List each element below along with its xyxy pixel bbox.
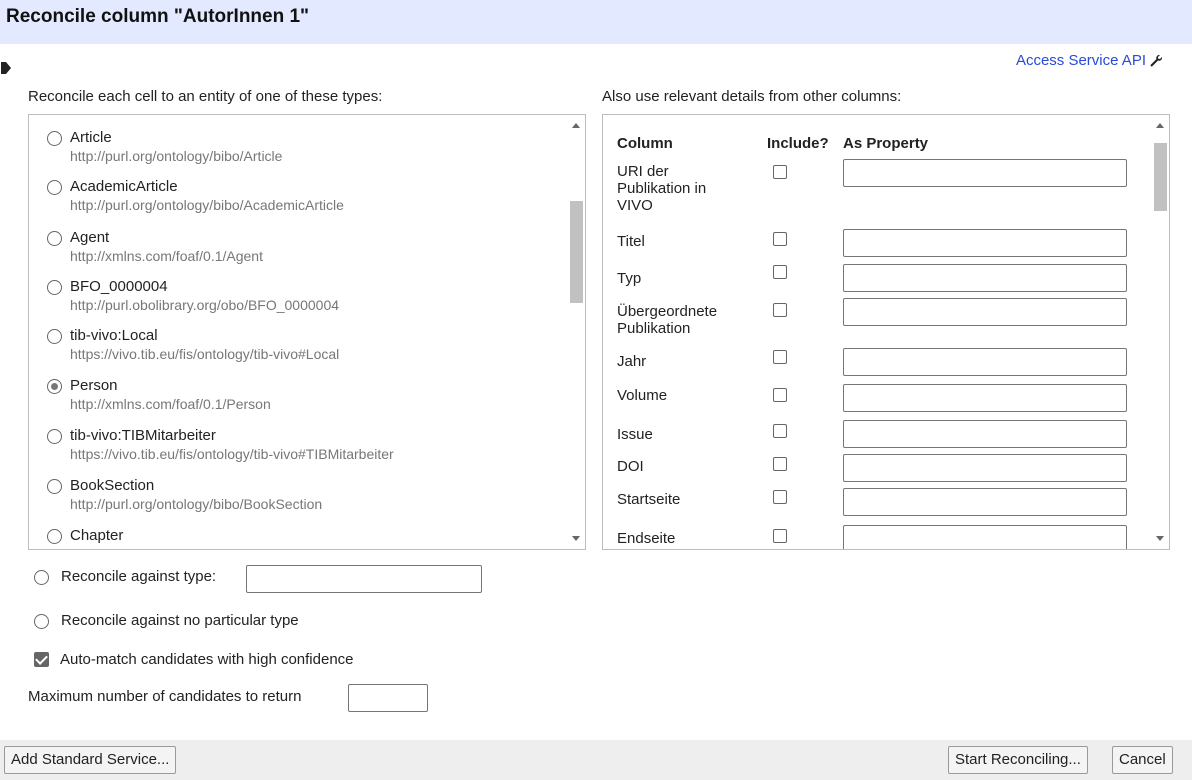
type-uri: http://xmlns.com/foaf/0.1/Person	[70, 396, 271, 412]
column-name: Volume	[617, 387, 668, 404]
against-type-radio[interactable]	[34, 570, 49, 585]
type-radio[interactable]	[47, 479, 62, 494]
scroll-down-icon[interactable]	[572, 536, 580, 541]
type-radio-selected[interactable]	[47, 379, 62, 394]
type-name: Chapter	[70, 527, 124, 544]
types-heading: Reconcile each cell to an entity of one …	[28, 88, 383, 105]
scrollbar-thumb[interactable]	[1154, 143, 1167, 211]
dialog-title: Reconcile column "AutorInnen 1"	[6, 6, 310, 27]
type-name: BookSection	[70, 477, 155, 494]
type-name: AcademicArticle	[70, 178, 178, 195]
access-service-api-link[interactable]: Access Service API	[1016, 52, 1146, 69]
property-input[interactable]	[843, 384, 1127, 412]
no-type-label: Reconcile against no particular type	[61, 612, 299, 629]
no-type-radio[interactable]	[34, 614, 49, 629]
dialog-footer: Add Standard Service... Start Reconcilin…	[0, 740, 1192, 780]
property-input[interactable]	[843, 298, 1127, 326]
type-radio[interactable]	[47, 180, 62, 195]
type-radio[interactable]	[47, 231, 62, 246]
type-uri: http://purl.obolibrary.org/obo/BFO_00000…	[70, 297, 340, 313]
type-radio[interactable]	[47, 131, 62, 146]
auto-match-checkbox[interactable]	[34, 652, 49, 667]
columns-scrollbar[interactable]	[1151, 115, 1169, 549]
type-uri: https://vivo.tib.eu/fis/ontology/tib-viv…	[70, 446, 394, 462]
type-name: Agent	[70, 229, 110, 246]
include-checkbox[interactable]	[773, 303, 787, 317]
column-header-column: Column	[617, 135, 673, 152]
property-input[interactable]	[843, 488, 1127, 516]
property-input[interactable]	[843, 525, 1127, 549]
max-candidates-input[interactable]	[348, 684, 428, 712]
add-standard-service-button[interactable]: Add Standard Service...	[4, 746, 177, 774]
type-name: tib-vivo:Local	[70, 327, 158, 344]
column-name: Issue	[617, 426, 653, 443]
type-radio[interactable]	[47, 329, 62, 344]
type-name: Person	[70, 377, 118, 394]
type-uri: http://purl.org/ontology/bibo/Article	[70, 148, 283, 164]
column-name: Typ	[617, 270, 642, 287]
property-input[interactable]	[843, 348, 1127, 376]
type-radio[interactable]	[47, 280, 62, 295]
wrench-icon	[1150, 54, 1163, 67]
include-checkbox[interactable]	[773, 165, 787, 179]
include-checkbox[interactable]	[773, 388, 787, 402]
column-name: Übergeordnete Publikation	[617, 303, 718, 337]
column-name: Endseite	[617, 530, 676, 547]
property-input[interactable]	[843, 159, 1127, 187]
column-name: URI der Publikation in VIVO	[617, 163, 707, 214]
type-uri: http://purl.org/ontology/bibo/AcademicAr…	[70, 197, 344, 213]
scroll-down-icon[interactable]	[1156, 536, 1164, 541]
include-checkbox[interactable]	[773, 424, 787, 438]
type-radio[interactable]	[47, 429, 62, 444]
column-name: Jahr	[617, 353, 647, 370]
type-uri: http://xmlns.com/foaf/0.1/Agent	[70, 248, 263, 264]
type-name: tib-vivo:TIBMitarbeiter	[70, 427, 216, 444]
include-checkbox[interactable]	[773, 457, 787, 471]
property-input[interactable]	[843, 420, 1127, 448]
type-name: BFO_0000004	[70, 278, 168, 295]
include-checkbox[interactable]	[773, 490, 787, 504]
scroll-up-icon[interactable]	[1156, 123, 1164, 128]
columns-table-panel: Column Include? As Property URI der Publ…	[602, 114, 1170, 550]
scrollbar-thumb[interactable]	[570, 201, 583, 303]
column-header-include: Include?	[767, 135, 829, 152]
property-input[interactable]	[843, 264, 1127, 292]
cancel-button[interactable]: Cancel	[1112, 746, 1173, 774]
column-name: DOI	[617, 458, 644, 475]
types-list-panel: Article http://purl.org/ontology/bibo/Ar…	[28, 114, 586, 550]
column-header-property: As Property	[843, 135, 929, 152]
column-name: Titel	[617, 233, 645, 250]
property-input[interactable]	[843, 454, 1127, 482]
include-checkbox[interactable]	[773, 529, 787, 543]
type-uri: http://purl.org/ontology/bibo/BookSectio…	[70, 496, 323, 512]
include-checkbox[interactable]	[773, 265, 787, 279]
collapse-handle-icon[interactable]	[0, 58, 12, 78]
property-input[interactable]	[843, 229, 1127, 257]
column-name: Startseite	[617, 491, 681, 508]
type-name: Article	[70, 129, 112, 146]
include-checkbox[interactable]	[773, 232, 787, 246]
against-type-input[interactable]	[246, 565, 482, 593]
scroll-up-icon[interactable]	[572, 123, 580, 128]
include-checkbox[interactable]	[773, 350, 787, 364]
auto-match-label: Auto-match candidates with high confiden…	[60, 651, 354, 668]
columns-heading: Also use relevant details from other col…	[602, 88, 902, 105]
dialog-title-bar: Reconcile column "AutorInnen 1"	[0, 0, 1192, 44]
types-scrollbar[interactable]	[567, 115, 585, 549]
max-candidates-label: Maximum number of candidates to return	[28, 688, 302, 705]
type-uri: https://vivo.tib.eu/fis/ontology/tib-viv…	[70, 346, 340, 362]
type-radio[interactable]	[47, 529, 62, 544]
against-type-label: Reconcile against type:	[61, 568, 217, 585]
start-reconciling-button[interactable]: Start Reconciling...	[948, 746, 1088, 774]
